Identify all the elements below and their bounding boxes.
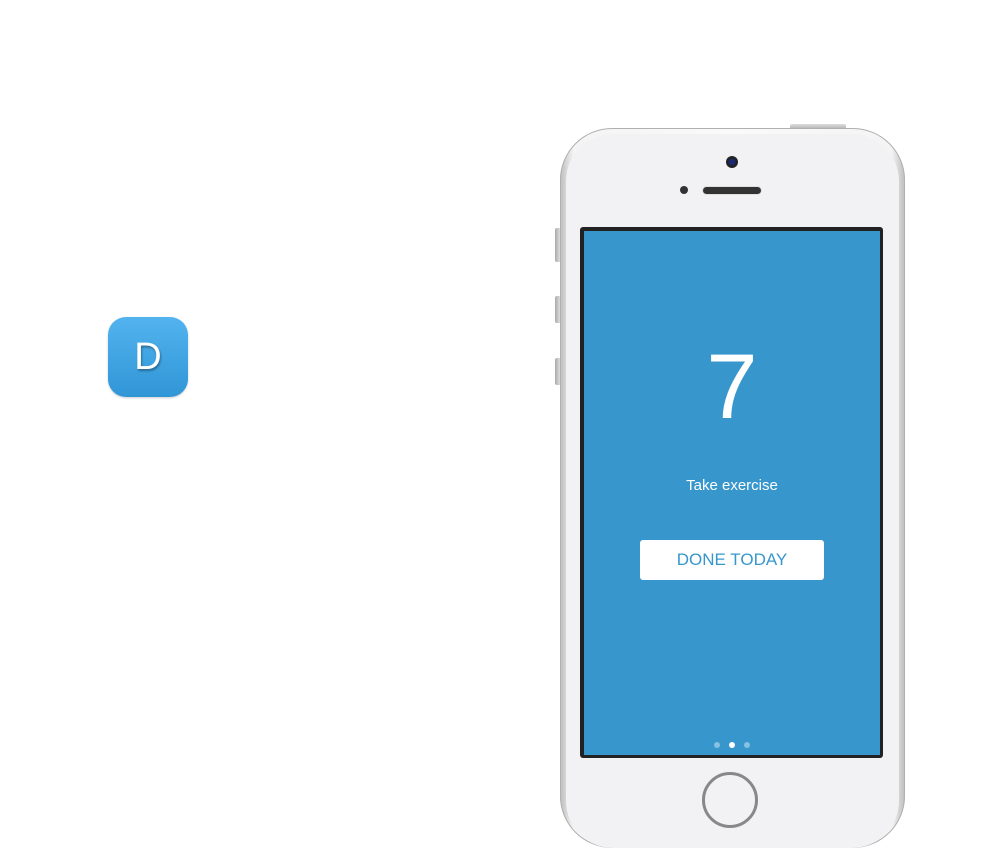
page-dot-active[interactable] (729, 742, 735, 748)
camera-icon (726, 156, 738, 168)
app-icon-letter: D (134, 335, 162, 378)
sensor-icon (680, 186, 688, 194)
page-dot[interactable] (714, 742, 720, 748)
page-indicator[interactable] (584, 742, 880, 748)
home-button[interactable] (702, 772, 758, 828)
speaker-icon (703, 187, 761, 194)
streak-count: 7 (706, 336, 758, 438)
habit-label: Take exercise (686, 477, 778, 494)
page-dot[interactable] (744, 742, 750, 748)
done-today-button[interactable]: DONE TODAY (640, 540, 824, 580)
app-icon[interactable]: D (108, 317, 188, 397)
app-screen: 7 Take exercise DONE TODAY (584, 231, 880, 755)
